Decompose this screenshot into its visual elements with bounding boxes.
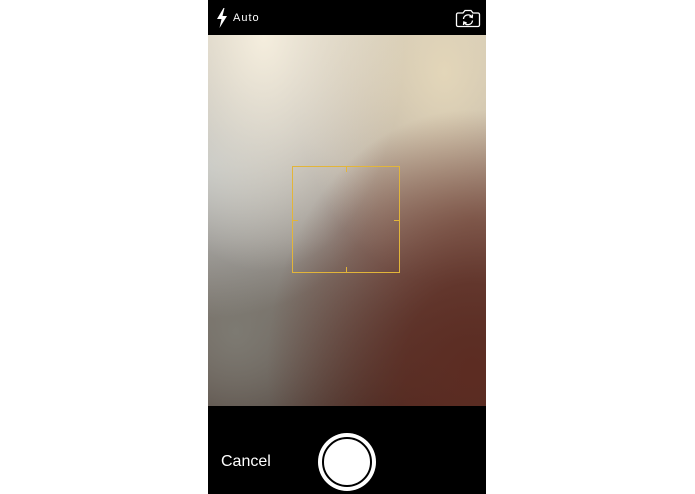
focus-tick-bottom	[346, 267, 347, 272]
focus-tick-top	[346, 167, 347, 172]
shutter-button[interactable]	[318, 433, 376, 491]
top-bar: Auto	[208, 0, 486, 35]
flash-mode-label: Auto	[233, 12, 260, 24]
focus-tick-right	[394, 220, 399, 221]
camera-screen: Auto Cancel	[208, 0, 486, 494]
bottom-bar: Cancel	[208, 406, 486, 494]
flash-mode-button[interactable]: Auto	[216, 7, 260, 29]
camera-switch-icon[interactable]	[455, 8, 481, 28]
cancel-button[interactable]: Cancel	[221, 453, 271, 471]
focus-tick-left	[293, 220, 298, 221]
shutter-icon	[322, 437, 372, 487]
focus-square	[292, 166, 400, 273]
lightning-bolt-icon	[217, 8, 227, 28]
camera-viewfinder[interactable]	[208, 35, 486, 406]
